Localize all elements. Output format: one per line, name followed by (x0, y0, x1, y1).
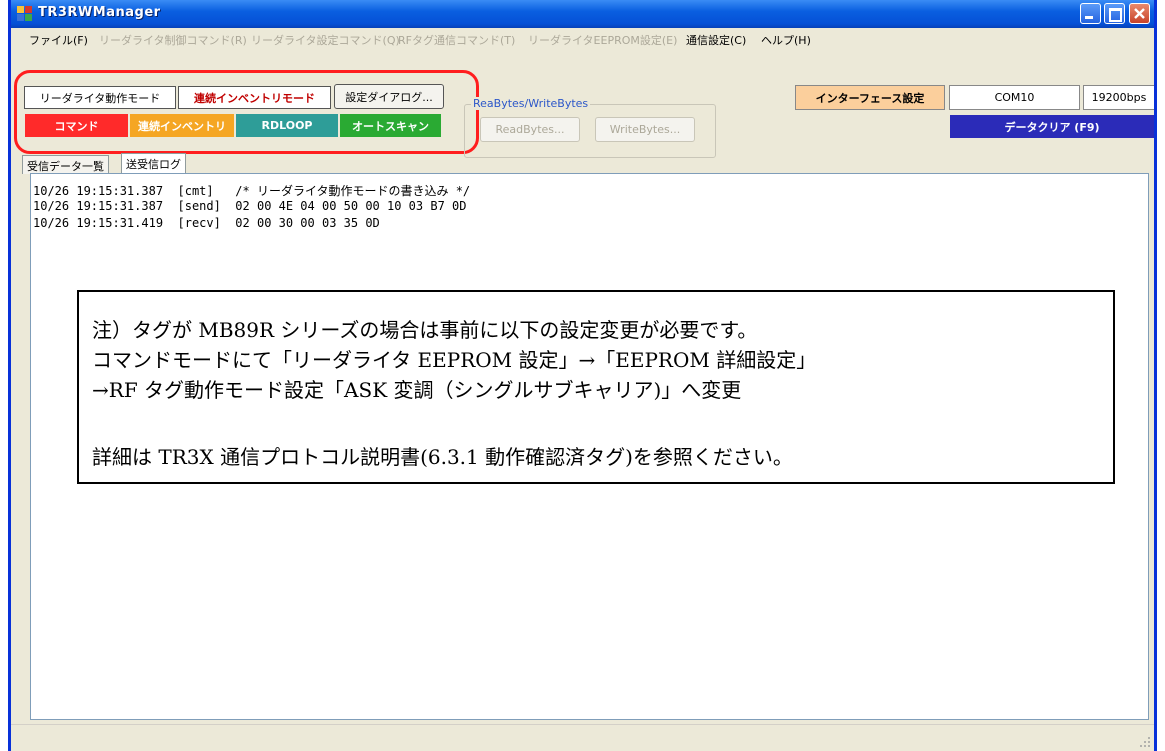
port-display: COM10 (949, 85, 1080, 110)
menu-bar: ファイル(F) リーダライタ制御コマンド(R) リーダライタ設定コマンド(Q) … (11, 28, 1154, 48)
log-line: 10/26 19:15:31.387 [cmt] /* リーダライタ動作モードの… (33, 184, 471, 198)
readbytes-button[interactable]: ReadBytes... (480, 117, 580, 142)
app-window: TR3RWManager ファイル(F) リーダライタ制御コマンド(R) リーダ… (8, 0, 1157, 751)
tab-send-receive-log[interactable]: 送受信ログ (121, 153, 186, 175)
readwrite-group-label: ReaBytes/WriteBytes (471, 97, 591, 110)
baud-display: 19200bps (1083, 85, 1154, 110)
tab-received-data[interactable]: 受信データ一覧 (22, 155, 109, 174)
menu-comm-settings[interactable]: 通信設定(C) (686, 32, 746, 48)
note-line-1: 注）タグが MB89R シリーズの場合は事前に以下の設定変更が必要です。 (92, 318, 758, 342)
app-icon (17, 6, 33, 22)
menu-file[interactable]: ファイル(F) (29, 32, 88, 48)
note-line-3: →RF タグ動作モード設定「ASK 変調（シングルサブキャリア)」へ変更 (92, 378, 742, 402)
menu-rw-control[interactable]: リーダライタ制御コマンド(R) (99, 32, 247, 48)
writebytes-button[interactable]: WriteBytes... (595, 117, 695, 142)
log-line: 10/26 19:15:31.419 [recv] 02 00 30 00 03… (33, 216, 380, 230)
title-bar[interactable]: TR3RWManager (11, 0, 1154, 28)
menu-help[interactable]: ヘルプ(H) (761, 32, 811, 48)
minimize-button[interactable] (1080, 3, 1101, 24)
note-box: 注）タグが MB89R シリーズの場合は事前に以下の設定変更が必要です。 コマン… (77, 290, 1115, 484)
window-title: TR3RWManager (38, 5, 161, 20)
resize-grip-icon[interactable] (1139, 736, 1151, 748)
close-icon (1134, 8, 1145, 19)
menu-rf-tag[interactable]: RFタグ通信コマンド(T) (398, 32, 515, 48)
menu-eeprom[interactable]: リーダライタEEPROM設定(E) (528, 32, 677, 48)
note-line-2: コマンドモードにて「リーダライタ EEPROM 設定」→「EEPROM 詳細設定… (92, 348, 817, 372)
highlight-annotation (14, 70, 479, 154)
maximize-icon (1109, 8, 1122, 22)
interface-settings-button[interactable]: インターフェース設定 (795, 85, 945, 110)
log-line: 10/26 19:15:31.387 [send] 02 00 4E 04 00… (33, 199, 467, 213)
maximize-button[interactable] (1104, 3, 1125, 24)
status-bar (11, 724, 1154, 751)
minimize-icon (1085, 16, 1093, 19)
note-line-4: 詳細は TR3X 通信プロトコル説明書(6.3.1 動作確認済タグ)を参照くださ… (92, 445, 793, 469)
menu-rw-settings[interactable]: リーダライタ設定コマンド(Q) (251, 32, 400, 48)
clear-data-button[interactable]: データクリア (F9) (949, 114, 1154, 139)
close-button[interactable] (1129, 3, 1150, 24)
